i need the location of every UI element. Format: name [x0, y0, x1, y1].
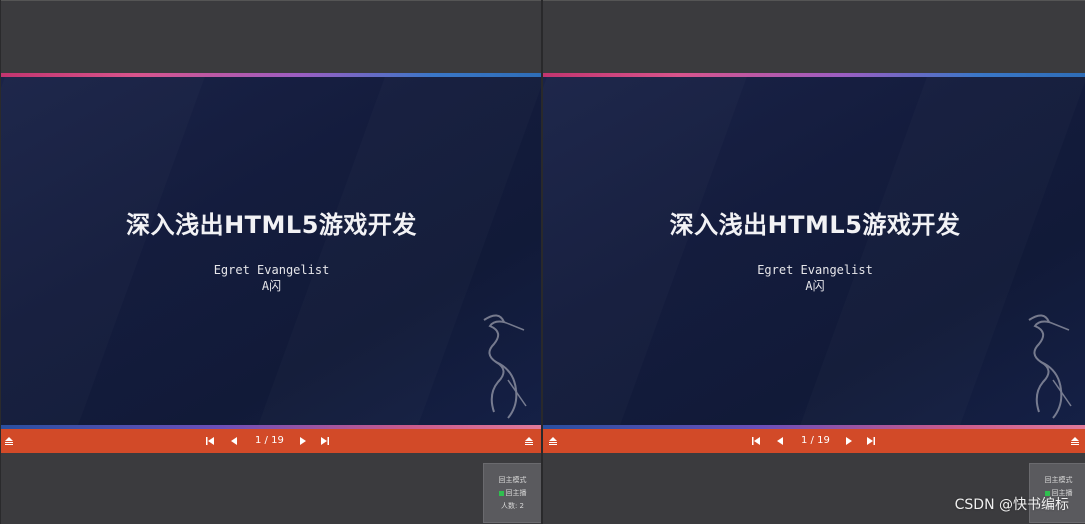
egret-logo-icon — [1028, 314, 1072, 419]
presenter-mode-label: 回主模式 — [1044, 476, 1073, 484]
slide-subtitle-line: Egret Evangelist — [213, 263, 330, 277]
page-indicator: 1 / 19 — [255, 435, 284, 446]
watermark: CSDN @快书编标 — [954, 497, 1069, 513]
slide-nav-bar: 1 / 19 — [1, 429, 542, 453]
slide-subtitle: Egret Evangelist A闪 — [543, 262, 1085, 294]
menu-icon[interactable] — [4, 429, 14, 453]
presenter-mode-label: 回主模式 — [498, 476, 527, 484]
last-page-icon[interactable] — [866, 429, 876, 453]
slide-title: 深入浅出HTML5游戏开发 — [669, 211, 961, 239]
prev-page-icon[interactable] — [229, 429, 239, 453]
slide[interactable]: 深入浅出HTML5游戏开发 Egret Evangelist A闪 — [1, 77, 542, 428]
presenter-status: 回主播 — [484, 487, 541, 500]
presenter-panel: 回主模式 回主播 — [1029, 463, 1085, 523]
egret-logo-icon — [483, 314, 527, 419]
status-indicator — [498, 490, 504, 496]
presenter-panel: 回主模式 回主播 人数: 2 — [483, 463, 542, 523]
slide-title: 深入浅出HTML5游戏开发 — [126, 211, 417, 239]
first-page-icon[interactable] — [205, 429, 215, 453]
last-page-icon[interactable] — [320, 429, 330, 453]
menu-icon[interactable] — [1070, 429, 1080, 453]
top-edge — [543, 0, 1085, 1]
next-page-icon[interactable] — [297, 429, 307, 453]
audience-count: 人数: 2 — [500, 502, 525, 510]
next-page-icon[interactable] — [843, 429, 853, 453]
first-page-icon[interactable] — [751, 429, 761, 453]
presenter-status-label: 回主播 — [505, 489, 527, 497]
presentation-view-left: 深入浅出HTML5游戏开发 Egret Evangelist A闪 1 / 19 — [0, 0, 542, 524]
menu-icon[interactable] — [548, 429, 558, 453]
slide-subtitle-line: Egret Evangelist — [757, 263, 873, 277]
slide-nav-bar: 1 / 19 — [543, 429, 1085, 453]
slide-background-facet — [543, 77, 747, 428]
slide-subtitle-line: A闪 — [261, 279, 282, 293]
menu-icon[interactable] — [524, 429, 534, 453]
slide[interactable]: 深入浅出HTML5游戏开发 Egret Evangelist A闪 — [543, 77, 1085, 428]
slide-subtitle: Egret Evangelist A闪 — [1, 262, 542, 294]
top-edge — [1, 0, 542, 1]
prev-page-icon[interactable] — [775, 429, 785, 453]
slide-subtitle-line: A闪 — [805, 279, 825, 293]
presentation-view-right: 深入浅出HTML5游戏开发 Egret Evangelist A闪 1 / 19 — [541, 0, 1085, 524]
page-indicator: 1 / 19 — [801, 435, 830, 446]
slide-background-facet — [1, 77, 205, 428]
